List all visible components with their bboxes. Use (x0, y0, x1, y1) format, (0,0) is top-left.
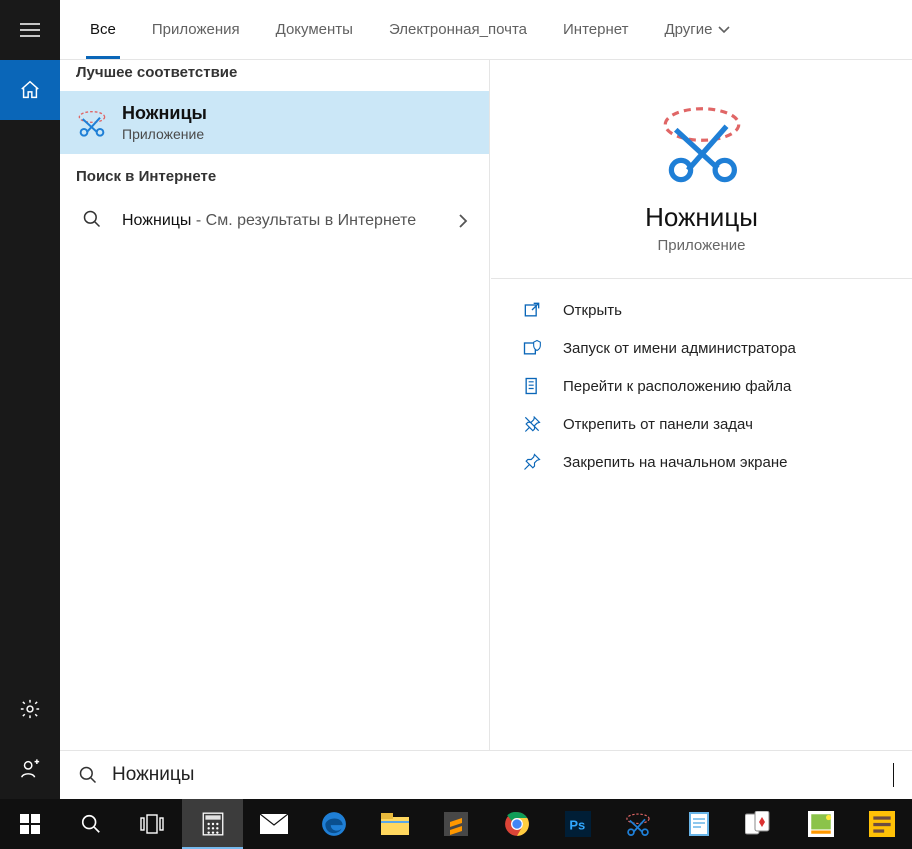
filter-tabs: Все Приложения Документы Электронная_поч… (60, 0, 912, 60)
section-best-match: Лучшее соответствие (60, 60, 490, 91)
snipping-tool-icon (660, 100, 744, 184)
chevron-right-icon (452, 213, 474, 229)
action-file-location[interactable]: Перейти к расположению файла (521, 375, 882, 397)
tab-documents[interactable]: Документы (258, 0, 371, 59)
action-label: Запуск от имени администратора (563, 340, 796, 357)
taskbar-app-generic-1[interactable] (790, 799, 851, 849)
web-result-text: Ножницы - См. результаты в Интернете (122, 210, 438, 232)
taskbar-app-sublime[interactable] (426, 799, 487, 849)
action-label: Перейти к расположению файла (563, 378, 791, 395)
preview-subtitle: Приложение (658, 237, 746, 254)
web-result-item[interactable]: Ножницы - См. результаты в Интернете (60, 195, 490, 247)
shield-icon (521, 337, 543, 359)
pin-icon (521, 451, 543, 473)
action-label: Закрепить на начальном экране (563, 454, 787, 471)
taskbar-app-notepad[interactable] (669, 799, 730, 849)
section-web: Поиск в Интернете (60, 154, 490, 195)
text-caret (893, 763, 894, 787)
web-result-suffix: - См. результаты в Интернете (191, 212, 416, 229)
preview-pane: Ножницы Приложение Открыть Запуск от име… (490, 60, 912, 750)
search-input[interactable]: Ножницы (112, 764, 891, 786)
divider (489, 60, 490, 750)
best-match-item[interactable]: Ножницы Приложение (60, 91, 490, 154)
search-box[interactable]: Ножницы (60, 750, 912, 799)
taskbar-app-chrome[interactable] (486, 799, 547, 849)
taskbar-app-photoshop[interactable]: Ps (547, 799, 608, 849)
open-icon (521, 299, 543, 321)
taskbar-app-snipping-tool[interactable] (608, 799, 669, 849)
unpin-icon (521, 413, 543, 435)
preview-title: Ножницы (645, 202, 758, 233)
action-label: Открыть (563, 302, 622, 319)
tab-more-label: Другие (664, 21, 712, 38)
best-match-title: Ножницы (122, 103, 207, 124)
action-open[interactable]: Открыть (521, 299, 882, 321)
settings-button[interactable] (0, 679, 60, 739)
account-button[interactable] (0, 739, 60, 799)
action-run-admin[interactable]: Запуск от имени администратора (521, 337, 882, 359)
taskbar-app-edge[interactable] (304, 799, 365, 849)
action-unpin-taskbar[interactable]: Открепить от панели задач (521, 413, 882, 435)
taskbar-search-button[interactable] (61, 799, 122, 849)
task-view-button[interactable] (122, 799, 183, 849)
taskbar-app-explorer[interactable] (365, 799, 426, 849)
nav-rail (0, 0, 60, 799)
tab-web[interactable]: Интернет (545, 0, 646, 59)
home-button[interactable] (0, 60, 60, 120)
action-list: Открыть Запуск от имени администратора П… (491, 279, 912, 493)
svg-text:Ps: Ps (569, 817, 585, 832)
search-results: Лучшее соответствие Ножницы Приложение П… (60, 60, 912, 750)
snipping-tool-icon (76, 107, 108, 139)
chevron-down-icon (718, 26, 730, 34)
hamburger-button[interactable] (0, 0, 60, 60)
web-result-term: Ножницы (122, 212, 191, 229)
search-icon (78, 765, 98, 785)
taskbar-app-calculator[interactable] (182, 799, 243, 849)
taskbar: Ps (0, 799, 912, 849)
tab-apps[interactable]: Приложения (134, 0, 258, 59)
best-match-subtitle: Приложение (122, 126, 207, 142)
search-icon (76, 205, 108, 237)
action-pin-start[interactable]: Закрепить на начальном экране (521, 451, 882, 473)
folder-icon (521, 375, 543, 397)
action-label: Открепить от панели задач (563, 416, 753, 433)
tab-email[interactable]: Электронная_почта (371, 0, 545, 59)
tab-more[interactable]: Другие (646, 0, 748, 59)
results-list: Лучшее соответствие Ножницы Приложение П… (60, 60, 490, 750)
start-button[interactable] (0, 799, 61, 849)
tab-all[interactable]: Все (72, 0, 134, 59)
taskbar-app-solitaire[interactable] (730, 799, 791, 849)
taskbar-app-mail[interactable] (243, 799, 304, 849)
taskbar-app-generic-2[interactable] (851, 799, 912, 849)
